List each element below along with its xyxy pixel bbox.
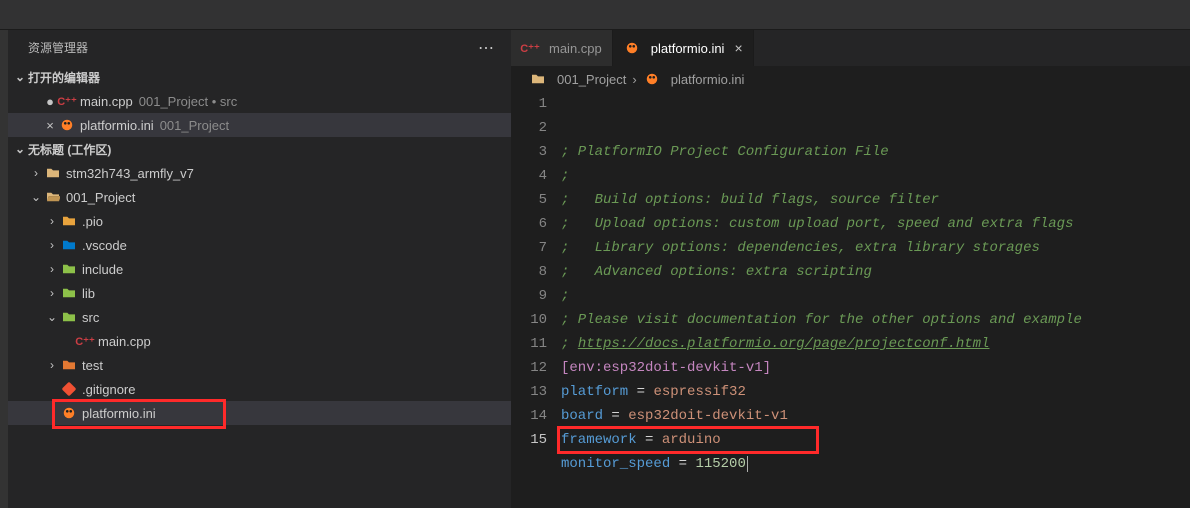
chevron-right-icon[interactable]: › bbox=[44, 286, 60, 300]
code-body[interactable]: ; PlatformIO Project Configuration File;… bbox=[561, 92, 1190, 508]
folder-icon bbox=[44, 167, 62, 179]
tree-folder[interactable]: › lib bbox=[8, 281, 511, 305]
tree-folder[interactable]: › include bbox=[8, 257, 511, 281]
tree-folder[interactable]: › test bbox=[8, 353, 511, 377]
tree-label: lib bbox=[82, 286, 95, 301]
tree-folder[interactable]: ⌄ src bbox=[8, 305, 511, 329]
activity-bar[interactable] bbox=[0, 30, 8, 508]
workspace-header[interactable]: ⌄ 无标题 (工作区) bbox=[8, 137, 511, 161]
breadcrumb-file: platformio.ini bbox=[671, 72, 745, 87]
cpp-icon: C⁺⁺ bbox=[58, 95, 76, 108]
tree-label: main.cpp bbox=[98, 334, 151, 349]
chevron-down-icon: ⌄ bbox=[12, 142, 28, 156]
folder-icon bbox=[60, 239, 78, 251]
dirty-dot-icon[interactable]: ● bbox=[42, 94, 58, 109]
tree-folder[interactable]: ⌄ 001_Project bbox=[8, 185, 511, 209]
open-editor-path: 001_Project • src bbox=[139, 94, 237, 109]
open-editor-path: 001_Project bbox=[160, 118, 229, 133]
tab-label: main.cpp bbox=[549, 41, 602, 56]
open-editors-label: 打开的编辑器 bbox=[28, 69, 100, 86]
more-icon[interactable]: ⋯ bbox=[478, 38, 495, 58]
window-titlebar bbox=[0, 0, 1190, 30]
platformio-icon bbox=[623, 41, 641, 55]
tree-folder[interactable]: › .vscode bbox=[8, 233, 511, 257]
tab-main-cpp[interactable]: C⁺⁺ main.cpp bbox=[511, 30, 613, 66]
folder-icon bbox=[60, 359, 78, 371]
open-editor-name: main.cpp bbox=[80, 94, 133, 109]
chevron-right-icon[interactable]: › bbox=[44, 358, 60, 372]
folder-open-icon bbox=[60, 311, 78, 323]
git-icon bbox=[60, 382, 78, 396]
tree-label: src bbox=[82, 310, 99, 325]
tree-file[interactable]: C⁺⁺ main.cpp bbox=[8, 329, 511, 353]
tree-label: .gitignore bbox=[82, 382, 135, 397]
sidebar-title: 资源管理器 bbox=[28, 39, 88, 56]
open-editors-header[interactable]: ⌄ 打开的编辑器 bbox=[8, 65, 511, 89]
chevron-right-icon[interactable]: › bbox=[28, 166, 44, 180]
folder-icon bbox=[529, 73, 547, 85]
tab-label: platformio.ini bbox=[651, 41, 725, 56]
chevron-right-icon[interactable]: › bbox=[44, 262, 60, 276]
chevron-right-icon[interactable]: › bbox=[44, 238, 60, 252]
open-editor-item[interactable]: × platformio.ini 001_Project bbox=[8, 113, 511, 137]
chevron-down-icon[interactable]: ⌄ bbox=[44, 310, 60, 324]
tree-label: .pio bbox=[82, 214, 103, 229]
code-editor[interactable]: 123456789101112131415 ; PlatformIO Proje… bbox=[511, 92, 1190, 508]
breadcrumb[interactable]: 001_Project › platformio.ini bbox=[511, 66, 1190, 92]
tree-file[interactable]: .gitignore bbox=[8, 377, 511, 401]
tree-label: platformio.ini bbox=[82, 406, 156, 421]
open-editor-item[interactable]: ● C⁺⁺ main.cpp 001_Project • src bbox=[8, 89, 511, 113]
sidebar-explorer: 资源管理器 ⋯ ⌄ 打开的编辑器 ● C⁺⁺ main.cpp 001_Proj… bbox=[8, 30, 511, 508]
open-editor-name: platformio.ini bbox=[80, 118, 154, 133]
chevron-right-icon: › bbox=[632, 72, 636, 87]
editor-tabs: C⁺⁺ main.cpp platformio.ini × bbox=[511, 30, 1190, 66]
platformio-icon bbox=[643, 72, 661, 86]
folder-open-icon bbox=[44, 191, 62, 203]
platformio-icon bbox=[58, 118, 76, 132]
cpp-icon: C⁺⁺ bbox=[76, 335, 94, 348]
cpp-icon: C⁺⁺ bbox=[521, 42, 539, 55]
tree-folder[interactable]: › .pio bbox=[8, 209, 511, 233]
platformio-icon bbox=[60, 406, 78, 420]
tree-label: test bbox=[82, 358, 103, 373]
editor-area: C⁺⁺ main.cpp platformio.ini × 001_Projec… bbox=[511, 30, 1190, 508]
folder-icon bbox=[60, 215, 78, 227]
chevron-down-icon[interactable]: ⌄ bbox=[28, 190, 44, 204]
workspace-label: 无标题 (工作区) bbox=[28, 141, 111, 158]
breadcrumb-folder: 001_Project bbox=[557, 72, 626, 87]
line-gutter: 123456789101112131415 bbox=[511, 92, 561, 508]
tree-folder[interactable]: › stm32h743_armfly_v7 bbox=[8, 161, 511, 185]
chevron-down-icon: ⌄ bbox=[12, 70, 28, 84]
folder-icon bbox=[60, 287, 78, 299]
close-icon[interactable]: × bbox=[730, 40, 742, 56]
tree-label: .vscode bbox=[82, 238, 127, 253]
tab-platformio-ini[interactable]: platformio.ini × bbox=[613, 30, 754, 66]
tree-label: 001_Project bbox=[66, 190, 135, 205]
tree-label: include bbox=[82, 262, 123, 277]
tree-file[interactable]: platformio.ini bbox=[8, 401, 511, 425]
chevron-right-icon[interactable]: › bbox=[44, 214, 60, 228]
folder-icon bbox=[60, 263, 78, 275]
tree-label: stm32h743_armfly_v7 bbox=[66, 166, 194, 181]
close-icon[interactable]: × bbox=[42, 118, 58, 133]
